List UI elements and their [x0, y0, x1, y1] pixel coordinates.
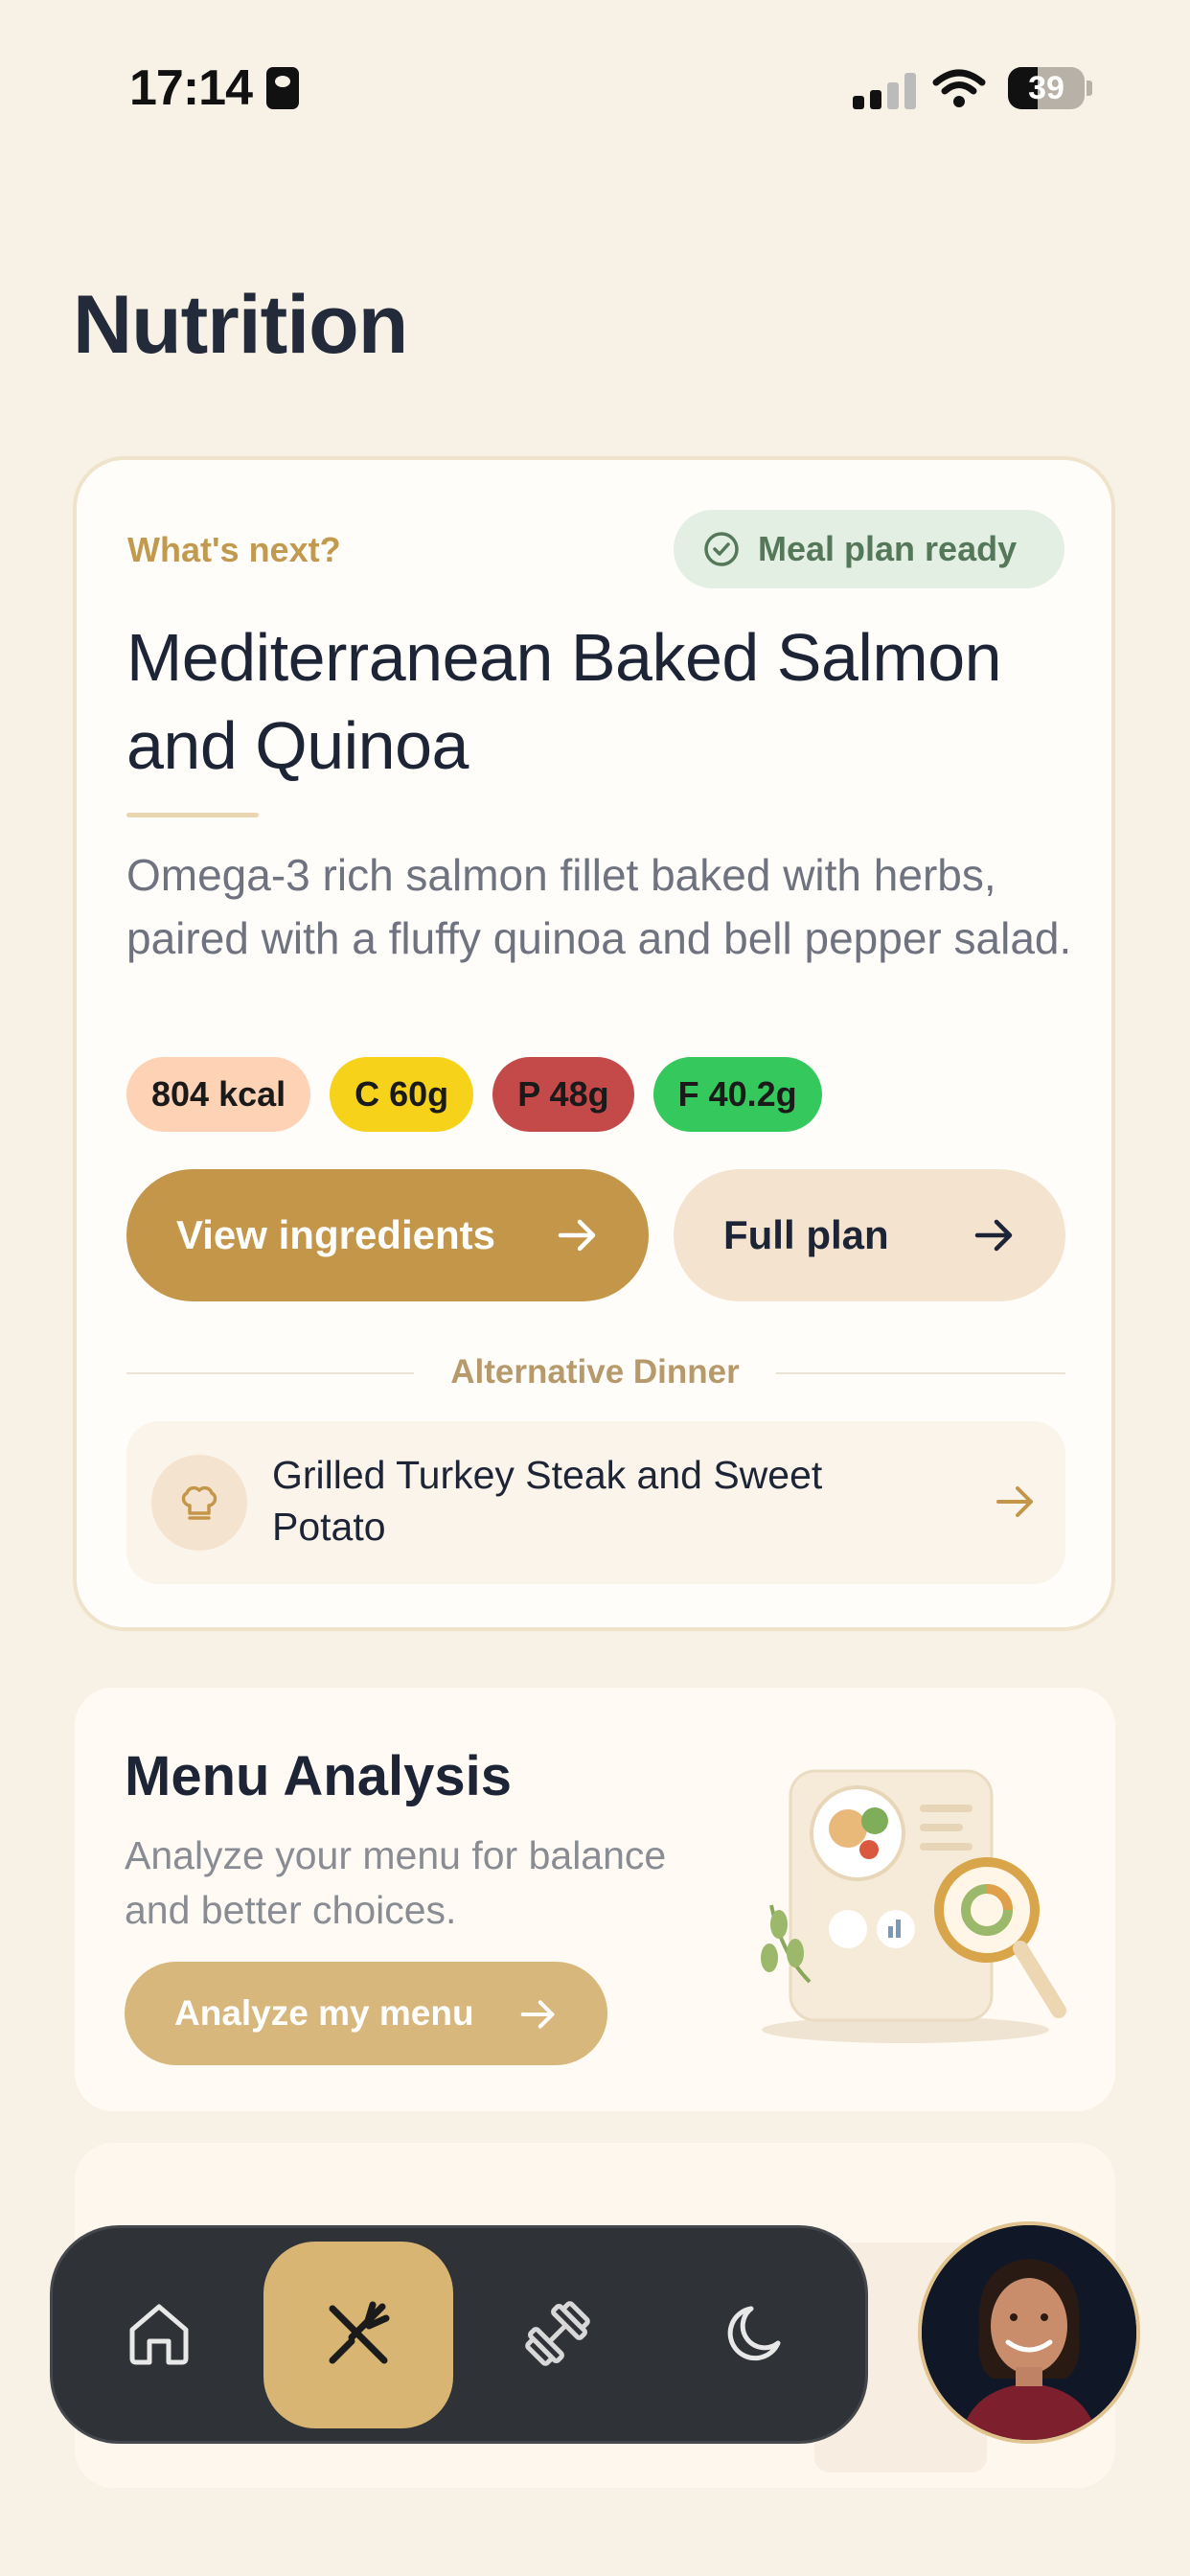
cellular-signal-icon: [853, 69, 916, 109]
status-time: 17:14: [129, 60, 253, 116]
arrow-right-icon: [558, 1219, 596, 1252]
analyze-menu-label: Analyze my menu: [174, 1993, 474, 2033]
nav-home[interactable]: [97, 2262, 221, 2405]
meal-plan-ready-text: Meal plan ready: [758, 529, 1018, 568]
meal-title: Mediterranean Baked Salmon and Quinoa: [126, 620, 1002, 783]
battery-percent: 39: [1028, 70, 1064, 106]
moon-icon: [727, 2306, 781, 2361]
view-ingredients-button[interactable]: View ingredients: [126, 1169, 649, 1301]
full-plan-button[interactable]: Full plan: [674, 1169, 1065, 1301]
arrow-right-icon: [996, 1486, 1033, 1517]
calories-chip: 804 kcal: [126, 1057, 311, 1132]
avatar-portrait: [922, 2225, 1136, 2440]
macro-chips: 804 kcal C 60g P 48g F 40.2g: [126, 1057, 822, 1132]
utensils-icon: [329, 2301, 390, 2364]
full-plan-label: Full plan: [723, 1212, 889, 1257]
dumbbell-icon: [525, 2301, 590, 2366]
carbs-chip: C 60g: [330, 1057, 474, 1132]
alternative-dinner-label: Alternative Dinner: [450, 1353, 740, 1391]
arrow-right-icon: [974, 1219, 1013, 1252]
assistant-avatar[interactable]: [918, 2221, 1140, 2444]
protein-chip: P 48g: [492, 1057, 634, 1132]
nav-workout[interactable]: [495, 2262, 620, 2405]
menu-analysis-description: Analyze your menu for balance and better…: [125, 1833, 667, 1932]
nav-sleep[interactable]: [697, 2262, 821, 2405]
analyze-menu-button[interactable]: Analyze my menu: [125, 1962, 607, 2065]
arrow-right-icon: [520, 2000, 555, 2029]
check-circle-icon: [704, 532, 739, 566]
wifi-icon: [932, 69, 986, 107]
fat-chip: F 40.2g: [652, 1057, 822, 1132]
view-ingredients-label: View ingredients: [176, 1212, 495, 1257]
home-icon: [129, 2304, 189, 2365]
alternative-meal-title: Grilled Turkey Steak and Sweet Potato: [272, 1453, 823, 1549]
battery-tip: [1087, 80, 1092, 96]
page-title: Nutrition: [73, 279, 408, 371]
chef-hat-icon: [151, 1455, 247, 1551]
nav-nutrition[interactable]: [296, 2263, 421, 2406]
contact-card-icon: [266, 67, 299, 109]
battery-icon: 39: [1008, 67, 1085, 109]
menu-analysis-title: Menu Analysis: [125, 1745, 512, 1807]
menu-analysis-illustration: [761, 1769, 1066, 2043]
meal-plan-ready-badge: Meal plan ready: [674, 510, 1064, 588]
title-underline: [126, 813, 259, 817]
meal-description: Omega-3 rich salmon fillet baked with he…: [126, 850, 1072, 963]
whats-next-label: What's next?: [127, 530, 341, 569]
